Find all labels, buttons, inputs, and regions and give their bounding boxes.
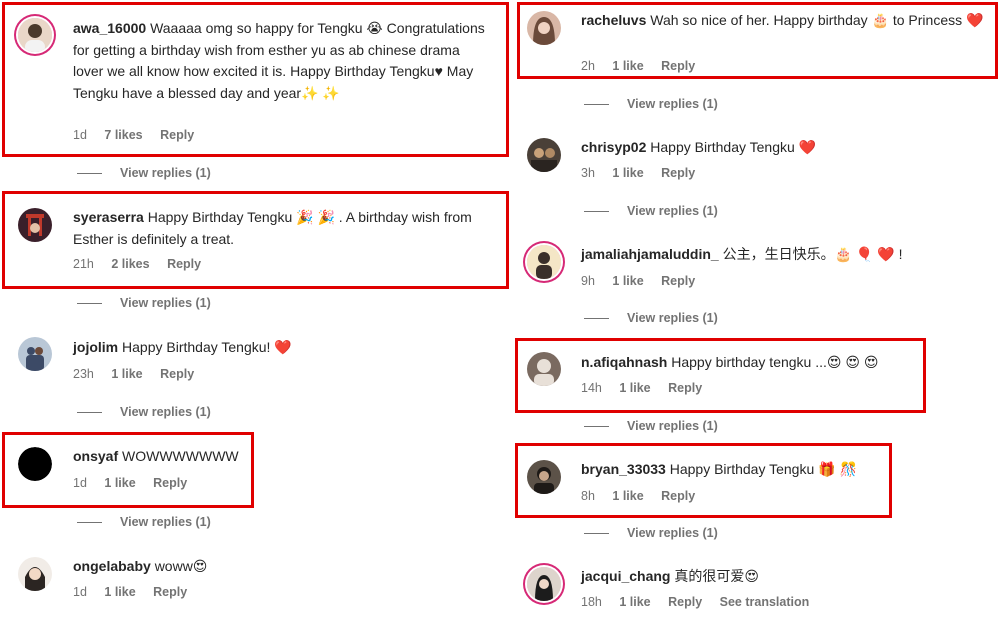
view-replies-button[interactable]: View replies (1)	[77, 515, 211, 529]
reply-button[interactable]: Reply	[668, 381, 702, 395]
comment-time: 1d	[73, 128, 87, 142]
reply-button[interactable]: Reply	[153, 585, 187, 599]
username[interactable]: chrisyp02	[581, 139, 646, 155]
divider	[584, 318, 609, 320]
comment-time: 1d	[73, 585, 87, 599]
comment-time: 1d	[73, 476, 87, 490]
avatar[interactable]	[527, 245, 561, 279]
comment-text: Wah so nice of her. Happy birthday 🎂 to …	[650, 12, 984, 28]
divider	[584, 426, 609, 428]
divider	[77, 303, 102, 305]
comment-text: WOWWWWWWW	[122, 448, 239, 464]
highlight-box	[515, 338, 926, 413]
comment-time: 3h	[581, 166, 595, 180]
comment-text: Happy Birthday Tengku ❤️	[650, 139, 817, 155]
see-translation-button[interactable]: See translation	[720, 595, 810, 609]
avatar[interactable]	[18, 557, 52, 591]
avatar[interactable]	[18, 208, 52, 242]
likes-count[interactable]: 7 likes	[104, 128, 142, 142]
likes-count[interactable]: 1 like	[612, 59, 643, 73]
likes-count[interactable]: 1 like	[612, 489, 643, 503]
username[interactable]: jojolim	[73, 339, 118, 355]
comment-time: 2h	[581, 59, 595, 73]
avatar[interactable]	[527, 460, 561, 494]
divider	[77, 522, 102, 524]
likes-count[interactable]: 1 like	[619, 595, 650, 609]
comment-text: woww😍	[154, 558, 208, 574]
reply-button[interactable]: Reply	[661, 59, 695, 73]
view-replies-button[interactable]: View replies (1)	[584, 97, 718, 111]
highlight-box	[515, 443, 892, 518]
divider	[584, 211, 609, 213]
comment-text: 真的很可爱😍	[674, 568, 759, 584]
comment-time: 8h	[581, 489, 595, 503]
comment-time: 9h	[581, 274, 595, 288]
username[interactable]: racheluvs	[581, 12, 646, 28]
comment-time: 14h	[581, 381, 602, 395]
username[interactable]: syeraserra	[73, 209, 144, 225]
divider	[584, 104, 609, 106]
view-replies-button[interactable]: View replies (1)	[77, 166, 211, 180]
view-replies-button[interactable]: View replies (1)	[584, 419, 718, 433]
avatar[interactable]	[527, 11, 561, 45]
likes-count[interactable]: 1 like	[612, 166, 643, 180]
username[interactable]: jamaliahjamaluddin_	[581, 246, 719, 262]
username[interactable]: n.afiqahnash	[581, 354, 667, 370]
avatar[interactable]	[18, 447, 52, 481]
view-replies-button[interactable]: View replies (1)	[584, 526, 718, 540]
reply-button[interactable]: Reply	[167, 257, 201, 271]
reply-button[interactable]: Reply	[668, 595, 702, 609]
reply-button[interactable]: Reply	[160, 367, 194, 381]
divider	[584, 533, 609, 535]
comment-text: 公主，生日快乐。🎂 🎈 ❤️ !	[722, 246, 903, 262]
avatar[interactable]	[527, 567, 561, 601]
comment-time: 21h	[73, 257, 94, 271]
reply-button[interactable]: Reply	[153, 476, 187, 490]
username[interactable]: bryan_33033	[581, 461, 666, 477]
username[interactable]: jacqui_chang	[581, 568, 670, 584]
likes-count[interactable]: 2 likes	[111, 257, 149, 271]
username[interactable]: ongelababy	[73, 558, 151, 574]
likes-count[interactable]: 1 like	[104, 476, 135, 490]
comment-text: Happy Birthday Tengku! ❤️	[122, 339, 292, 355]
comment-time: 23h	[73, 367, 94, 381]
likes-count[interactable]: 1 like	[104, 585, 135, 599]
username[interactable]: onsyaf	[73, 448, 118, 464]
avatar[interactable]	[527, 352, 561, 386]
view-replies-button[interactable]: View replies (1)	[77, 405, 211, 419]
likes-count[interactable]: 1 like	[111, 367, 142, 381]
comment-text: Happy birthday tengku ...😍 😍 😍	[671, 354, 879, 370]
avatar[interactable]	[18, 337, 52, 371]
avatar[interactable]	[18, 18, 52, 52]
view-replies-button[interactable]: View replies (1)	[584, 204, 718, 218]
reply-button[interactable]: Reply	[661, 166, 695, 180]
divider	[77, 412, 102, 414]
reply-button[interactable]: Reply	[160, 128, 194, 142]
view-replies-button[interactable]: View replies (1)	[77, 296, 211, 310]
likes-count[interactable]: 1 like	[612, 274, 643, 288]
avatar[interactable]	[527, 138, 561, 172]
likes-count[interactable]: 1 like	[619, 381, 650, 395]
reply-button[interactable]: Reply	[661, 489, 695, 503]
comment-time: 18h	[581, 595, 602, 609]
comment-text: Happy Birthday Tengku 🎁 🎊	[669, 461, 857, 477]
divider	[77, 173, 102, 175]
username[interactable]: awa_16000	[73, 20, 146, 36]
view-replies-button[interactable]: View replies (1)	[584, 311, 718, 325]
reply-button[interactable]: Reply	[661, 274, 695, 288]
